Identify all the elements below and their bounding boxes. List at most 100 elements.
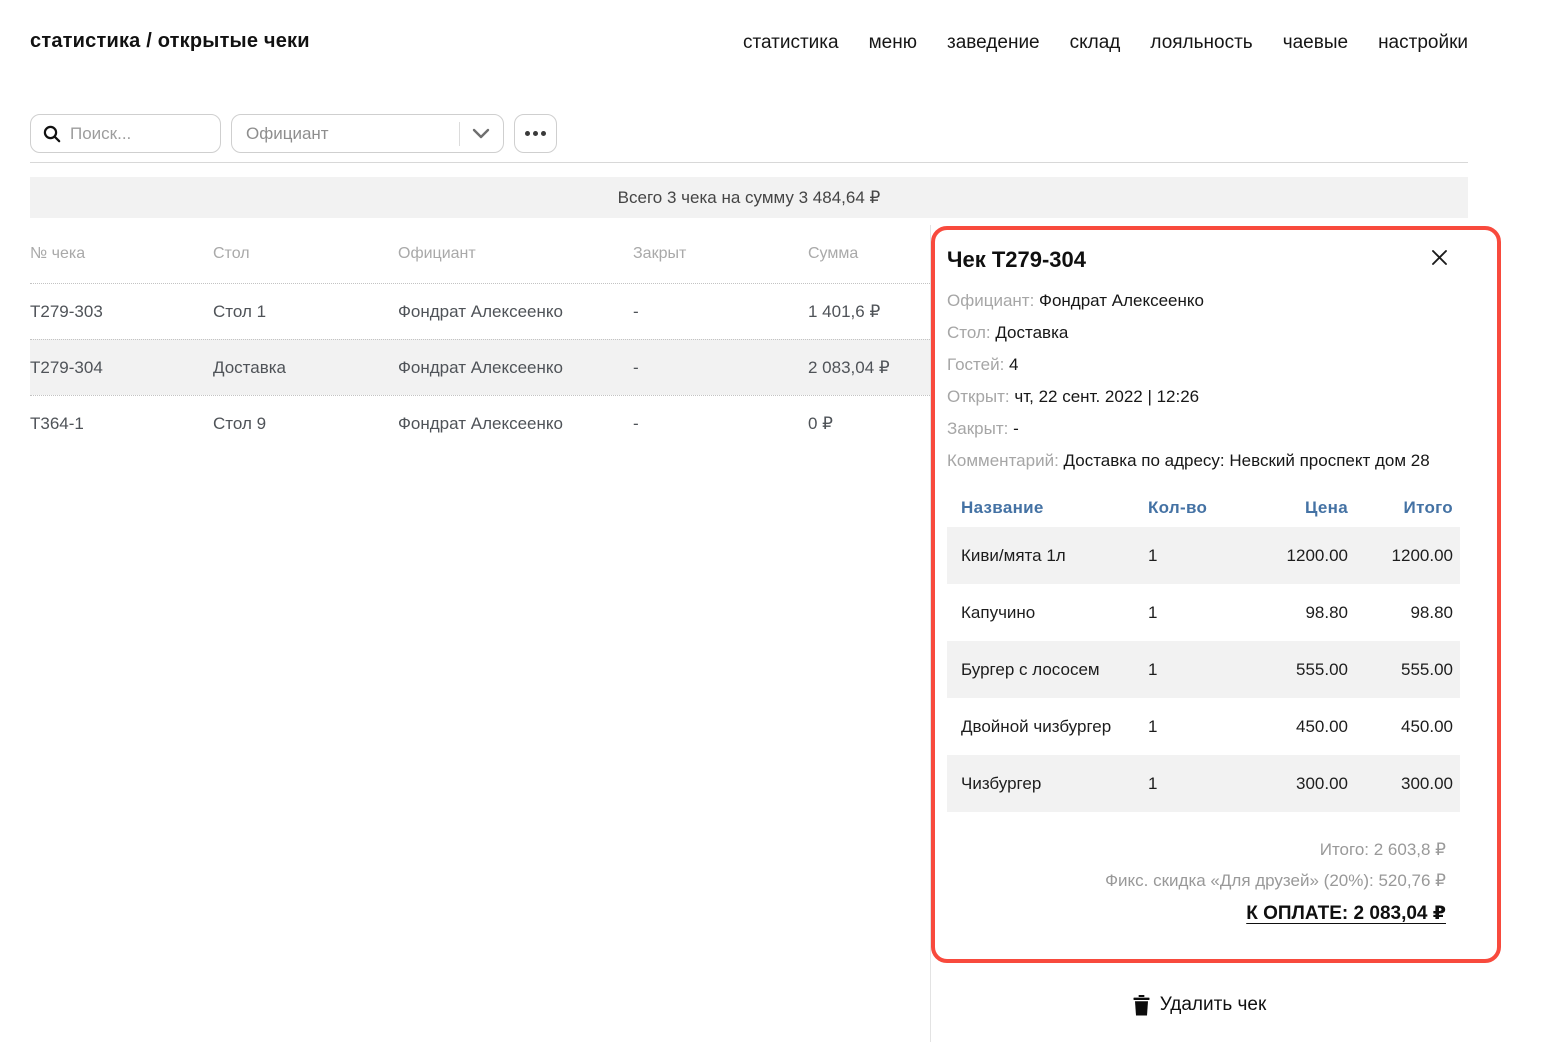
table-row[interactable]: T364-1 Стол 9 Фондрат Алексеенко - 0 ₽: [30, 395, 930, 451]
toolbar-divider: [30, 162, 1468, 163]
field-value: Доставка по адресу: Невский проспект дом…: [1064, 451, 1430, 470]
item-qty: 1: [1148, 546, 1243, 566]
field-label: Комментарий:: [947, 451, 1059, 470]
cell-sum: 0 ₽: [808, 414, 930, 434]
field-label: Закрыт:: [947, 419, 1008, 438]
item-name: Бургер с лососем: [961, 660, 1148, 680]
cell-check-number: T279-304: [30, 358, 213, 378]
totals-block: Итого: 2 603,8 ₽ Фикс. скидка «Для друзе…: [947, 834, 1454, 925]
to-pay-line[interactable]: К ОПЛАТЕ: 2 083,04 ₽: [1246, 902, 1446, 925]
item-total: 450.00: [1348, 717, 1453, 737]
subtotal-line: Итого: 2 603,8 ₽: [947, 834, 1446, 865]
more-options-button[interactable]: [514, 114, 557, 153]
field-guests: Гостей: 4: [947, 353, 1452, 376]
summary-bar: Всего 3 чека на сумму 3 484,64 ₽: [30, 177, 1468, 218]
col-item-name: Название: [961, 498, 1148, 518]
summary-text: Всего 3 чека на сумму 3 484,64 ₽: [618, 188, 881, 208]
col-item-price: Цена: [1243, 498, 1348, 518]
list-item: Чизбургер 1 300.00 300.00: [947, 755, 1460, 812]
cell-check-number: T279-303: [30, 302, 213, 322]
field-label: Гостей:: [947, 355, 1004, 374]
nav-item-loyalty[interactable]: лояльность: [1150, 32, 1252, 54]
field-value: Фондрат Алексеенко: [1039, 291, 1204, 310]
cell-closed: -: [633, 414, 808, 434]
nav-item-settings[interactable]: настройки: [1378, 32, 1468, 54]
list-item: Капучино 1 98.80 98.80: [947, 584, 1460, 641]
item-price: 1200.00: [1243, 546, 1348, 566]
search-box[interactable]: [30, 114, 221, 153]
open-checks-page: статистика / открытые чеки статистика ме…: [0, 0, 1564, 1042]
delete-check-button[interactable]: Удалить чек: [1123, 986, 1277, 1024]
item-name: Двойной чизбургер: [961, 717, 1148, 737]
search-icon: [43, 125, 61, 143]
field-value: Доставка: [995, 323, 1068, 342]
list-item: Киви/мята 1л 1 1200.00 1200.00: [947, 527, 1460, 584]
close-panel-button[interactable]: [1423, 241, 1454, 270]
cell-check-number: T364-1: [30, 414, 213, 434]
delete-row: Удалить чек: [931, 986, 1468, 1024]
cell-sum: 1 401,6 ₽: [808, 302, 930, 322]
field-comment: Комментарий: Доставка по адресу: Невский…: [947, 449, 1452, 472]
field-waiter: Официант: Фондрат Алексеенко: [947, 289, 1452, 312]
check-title: Чек T279-304: [947, 241, 1086, 273]
cell-closed: -: [633, 358, 808, 378]
waiter-filter-value: Официант: [246, 124, 459, 144]
cell-sum: 2 083,04 ₽: [808, 358, 930, 378]
col-item-total: Итого: [1348, 498, 1453, 518]
checks-table: № чека Стол Официант Закрыт Сумма T279-3…: [30, 225, 930, 451]
check-items-table: Название Кол-во Цена Итого Киви/мята 1л …: [947, 489, 1460, 812]
cell-waiter: Фондрат Алексеенко: [398, 302, 633, 322]
filters-toolbar: Официант: [30, 114, 557, 153]
select-divider: [459, 122, 460, 146]
table-row-selected[interactable]: T279-304 Доставка Фондрат Алексеенко - 2…: [30, 339, 930, 395]
field-table: Стол: Доставка: [947, 321, 1452, 344]
field-closed: Закрыт: -: [947, 417, 1452, 440]
col-table: Стол: [213, 245, 398, 263]
cell-table: Стол 1: [213, 302, 398, 322]
item-total: 98.80: [1348, 603, 1453, 623]
cell-waiter: Фондрат Алексеенко: [398, 358, 633, 378]
nav-item-stock[interactable]: склад: [1070, 32, 1121, 54]
item-price: 98.80: [1243, 603, 1348, 623]
item-qty: 1: [1148, 774, 1243, 794]
item-name: Киви/мята 1л: [961, 546, 1148, 566]
item-qty: 1: [1148, 717, 1243, 737]
cell-closed: -: [633, 302, 808, 322]
field-label: Открыт:: [947, 387, 1010, 406]
field-value: чт, 22 сент. 2022 | 12:26: [1014, 387, 1199, 406]
breadcrumb: статистика / открытые чеки: [30, 30, 310, 53]
chevron-down-icon: [472, 128, 490, 139]
item-name: Капучино: [961, 603, 1148, 623]
nav-item-venue[interactable]: заведение: [947, 32, 1040, 54]
item-qty: 1: [1148, 660, 1243, 680]
close-x-icon: [1431, 254, 1448, 269]
field-opened: Открыт: чт, 22 сент. 2022 | 12:26: [947, 385, 1452, 408]
cell-table: Стол 9: [213, 414, 398, 434]
nav-item-menu[interactable]: меню: [869, 32, 917, 54]
nav-item-tips[interactable]: чаевые: [1283, 32, 1348, 54]
nav-item-statistics[interactable]: статистика: [743, 32, 839, 54]
item-price: 450.00: [1243, 717, 1348, 737]
item-total: 555.00: [1348, 660, 1453, 680]
items-table-header: Название Кол-во Цена Итого: [947, 489, 1460, 527]
cell-waiter: Фондрат Алексеенко: [398, 414, 633, 434]
field-label: Официант:: [947, 291, 1034, 310]
list-item: Двойной чизбургер 1 450.00 450.00: [947, 698, 1460, 755]
col-sum: Сумма: [808, 245, 930, 263]
waiter-filter-select[interactable]: Официант: [231, 114, 504, 153]
table-row[interactable]: T279-303 Стол 1 Фондрат Алексеенко - 1 4…: [30, 283, 930, 339]
col-waiter: Официант: [398, 245, 633, 263]
item-total: 300.00: [1348, 774, 1453, 794]
check-details-panel: Чек T279-304 Официант: Фондрат Алексеенк…: [931, 225, 1468, 925]
field-label: Стол:: [947, 323, 991, 342]
item-total: 1200.00: [1348, 546, 1453, 566]
field-value: 4: [1009, 355, 1018, 374]
ellipsis-icon: [525, 131, 546, 136]
checks-table-header: № чека Стол Официант Закрыт Сумма: [30, 225, 930, 283]
item-qty: 1: [1148, 603, 1243, 623]
discount-line: Фикс. скидка «Для друзей» (20%): 520,76 …: [947, 865, 1446, 896]
item-price: 555.00: [1243, 660, 1348, 680]
item-name: Чизбургер: [961, 774, 1148, 794]
search-input[interactable]: [70, 124, 210, 144]
item-price: 300.00: [1243, 774, 1348, 794]
